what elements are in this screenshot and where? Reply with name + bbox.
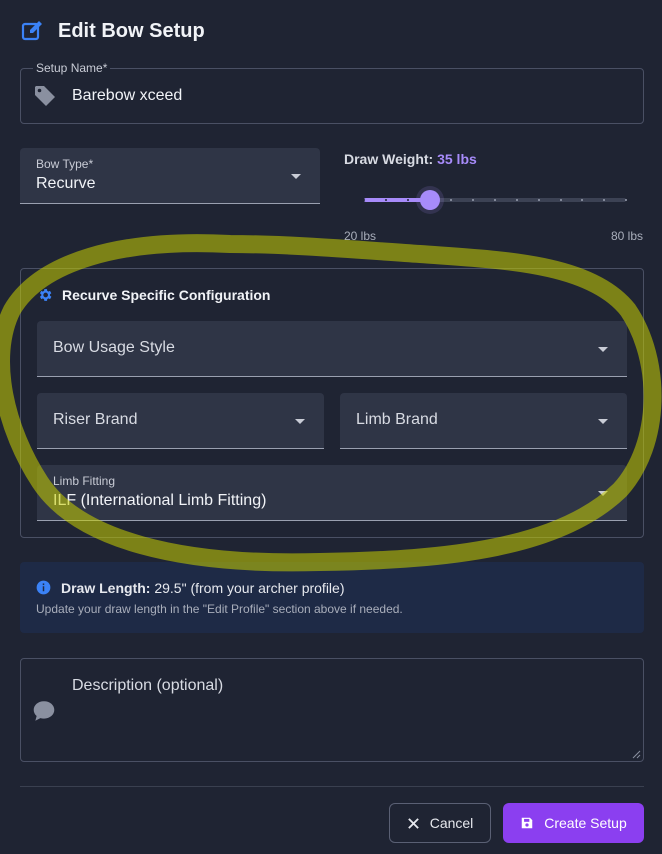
limb-fitting-label: Limb Fitting (53, 474, 116, 488)
slider-max-label: 80 lbs (611, 229, 644, 243)
config-title: Recurve Specific Configuration (62, 287, 271, 303)
slider-tick (625, 199, 627, 201)
draw-length-hint: Update your draw length in the "Edit Pro… (36, 602, 403, 616)
draw-length-info: Draw Length: 29.5" (from your archer pro… (20, 562, 644, 633)
chevron-down-icon (598, 347, 608, 352)
setup-name-label: Setup Name* (33, 61, 111, 75)
resize-handle-icon[interactable] (631, 749, 641, 759)
limb-fitting-select[interactable]: Limb Fitting ILF (International Limb Fit… (37, 465, 627, 521)
comment-icon (33, 701, 55, 721)
edit-icon (21, 21, 42, 41)
draw-weight-value: 35 lbs (437, 151, 477, 167)
slider-tick (494, 199, 496, 201)
bow-type-label: Bow Type* (36, 157, 94, 171)
chevron-down-icon (295, 419, 305, 424)
limb-brand-select[interactable]: Limb Brand (340, 393, 627, 449)
chevron-down-icon (598, 419, 608, 424)
slider-tick (384, 199, 387, 201)
riser-brand-placeholder: Riser Brand (53, 411, 138, 428)
slider-tick (363, 199, 365, 201)
slider-tick (559, 199, 562, 201)
page-header: Edit Bow Setup (20, 16, 205, 46)
limb-brand-placeholder: Limb Brand (356, 411, 438, 428)
riser-brand-select[interactable]: Riser Brand (37, 393, 324, 449)
tag-icon (35, 86, 55, 106)
chevron-down-icon (291, 174, 301, 179)
gear-icon (39, 289, 52, 301)
description-placeholder: Description (optional) (72, 677, 224, 694)
draw-weight-heading: Draw Weight: 35 lbs (344, 151, 477, 167)
bow-type-value: Recurve (36, 175, 96, 192)
bow-usage-style-placeholder: Bow Usage Style (53, 339, 175, 356)
create-setup-label: Create Setup (544, 815, 627, 831)
slider-tick (515, 199, 518, 201)
limb-fitting-value: ILF (International Limb Fitting) (53, 492, 267, 509)
draw-weight-label: Draw Weight: (344, 151, 434, 167)
setup-name-field[interactable]: Setup Name* Barebow xceed (20, 61, 644, 124)
draw-length-value: 29.5" (from your archer profile) (154, 580, 345, 596)
close-icon (407, 817, 419, 829)
draw-length-line: Draw Length: 29.5" (from your archer pro… (61, 580, 345, 596)
slider-tick (406, 199, 409, 201)
cancel-button[interactable]: Cancel (389, 803, 491, 843)
bow-usage-style-select[interactable]: Bow Usage Style (37, 321, 627, 377)
cancel-label: Cancel (429, 815, 474, 831)
recurve-config-section: Recurve Specific Configuration Bow Usage… (20, 268, 644, 538)
chevron-down-icon (598, 491, 608, 496)
description-textarea[interactable]: Description (optional) (20, 658, 644, 762)
setup-name-value: Barebow xceed (72, 87, 183, 104)
bow-type-select[interactable]: Bow Type* Recurve (20, 148, 320, 204)
draw-weight-slider[interactable] (363, 190, 627, 210)
draw-length-label: Draw Length: (61, 580, 151, 596)
slider-thumb[interactable] (419, 190, 440, 210)
divider (20, 786, 644, 787)
page-title: Edit Bow Setup (58, 19, 205, 42)
slider-tick (537, 199, 540, 201)
create-setup-button[interactable]: Create Setup (503, 803, 644, 843)
slider-min-label: 20 lbs (344, 229, 377, 243)
info-icon (36, 580, 51, 595)
save-icon (522, 817, 533, 829)
